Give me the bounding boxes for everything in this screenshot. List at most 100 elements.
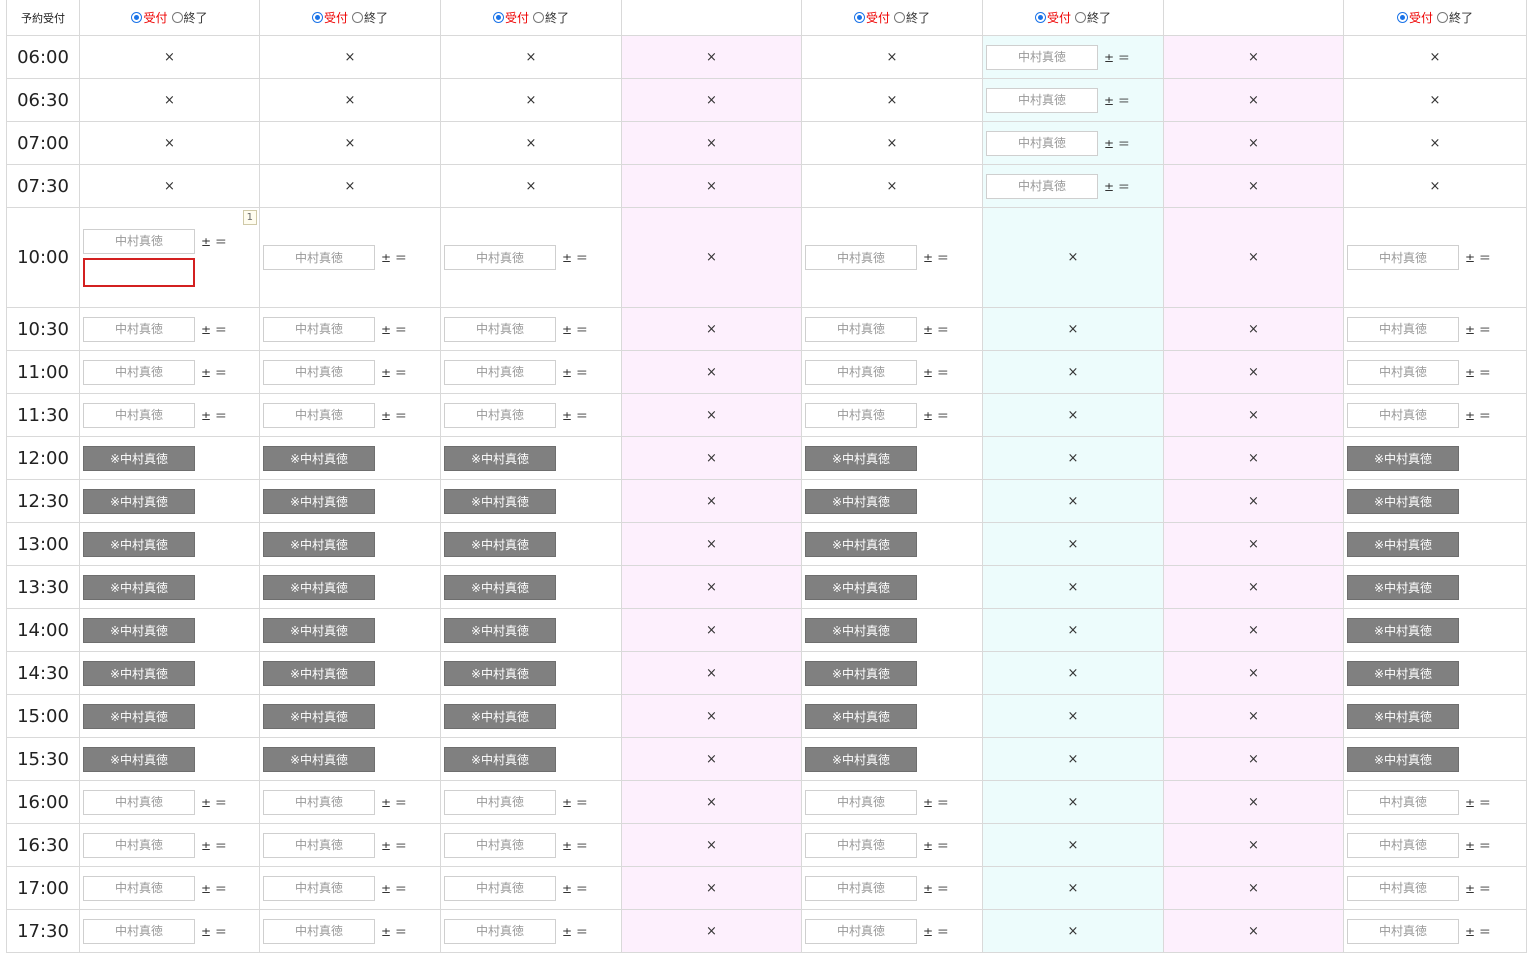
name-input[interactable] (1347, 359, 1459, 385)
adjust-buttons[interactable]: ± ＝ (562, 837, 588, 854)
name-input[interactable] (1347, 875, 1459, 901)
name-input[interactable] (444, 875, 556, 901)
adjust-buttons[interactable]: ± ＝ (562, 880, 588, 897)
adjust-buttons[interactable]: ± ＝ (1465, 321, 1491, 338)
name-input[interactable] (1347, 316, 1459, 342)
close-radio[interactable]: 終了 (1075, 9, 1111, 26)
name-input[interactable] (986, 173, 1098, 199)
booked-slot-button[interactable]: ※中村真徳 (83, 445, 195, 471)
adjust-buttons[interactable]: ± ＝ (1465, 407, 1491, 424)
booked-slot-button[interactable]: ※中村真徳 (444, 574, 556, 600)
name-input[interactable] (1347, 918, 1459, 944)
booked-slot-button[interactable]: ※中村真徳 (805, 703, 917, 729)
booked-slot-button[interactable]: ※中村真徳 (1347, 660, 1459, 686)
name-input[interactable] (83, 875, 195, 901)
booked-slot-button[interactable]: ※中村真徳 (83, 660, 195, 686)
adjust-buttons[interactable]: ± ＝ (1465, 880, 1491, 897)
booked-slot-button[interactable]: ※中村真徳 (444, 703, 556, 729)
booked-slot-button[interactable]: ※中村真徳 (83, 574, 195, 600)
adjust-buttons[interactable]: ± ＝ (1465, 923, 1491, 940)
adjust-buttons[interactable]: ± ＝ (562, 407, 588, 424)
booked-slot-button[interactable]: ※中村真徳 (444, 660, 556, 686)
name-input[interactable] (1347, 402, 1459, 428)
booked-slot-button[interactable]: ※中村真徳 (83, 617, 195, 643)
adjust-buttons[interactable]: ± ＝ (923, 407, 949, 424)
adjust-buttons[interactable]: ± ＝ (381, 407, 407, 424)
name-input[interactable] (805, 832, 917, 858)
adjust-buttons[interactable]: ± ＝ (562, 321, 588, 338)
name-input[interactable] (444, 832, 556, 858)
booked-slot-button[interactable]: ※中村真徳 (263, 574, 375, 600)
booked-slot-button[interactable]: ※中村真徳 (83, 703, 195, 729)
booked-slot-button[interactable]: ※中村真徳 (444, 445, 556, 471)
name-input[interactable] (263, 316, 375, 342)
booked-slot-button[interactable]: ※中村真徳 (805, 531, 917, 557)
name-input[interactable] (263, 245, 375, 270)
booked-slot-button[interactable]: ※中村真徳 (83, 531, 195, 557)
name-input[interactable] (805, 245, 917, 270)
adjust-buttons[interactable]: ± ＝ (1465, 837, 1491, 854)
booked-slot-button[interactable]: ※中村真徳 (263, 660, 375, 686)
name-input[interactable] (444, 789, 556, 815)
accept-radio[interactable]: 受付 (492, 9, 529, 26)
adjust-buttons[interactable]: ± ＝ (381, 880, 407, 897)
adjust-buttons[interactable]: ± ＝ (201, 837, 227, 854)
booked-slot-button[interactable]: ※中村真徳 (805, 617, 917, 643)
accept-radio[interactable]: 受付 (853, 9, 890, 26)
name-input[interactable] (444, 245, 556, 270)
name-input[interactable] (263, 918, 375, 944)
booked-slot-button[interactable]: ※中村真徳 (444, 531, 556, 557)
name-input[interactable] (444, 359, 556, 385)
focused-name-input[interactable] (83, 257, 195, 287)
close-radio[interactable]: 終了 (1437, 9, 1473, 26)
booked-slot-button[interactable]: ※中村真徳 (444, 617, 556, 643)
adjust-buttons[interactable]: ± ＝ (923, 364, 949, 381)
adjust-buttons[interactable]: ± ＝ (1465, 364, 1491, 381)
name-input[interactable] (986, 87, 1098, 113)
booked-slot-button[interactable]: ※中村真徳 (1347, 574, 1459, 600)
booked-slot-button[interactable]: ※中村真徳 (1347, 617, 1459, 643)
name-input[interactable] (83, 789, 195, 815)
adjust-buttons[interactable]: ± ＝ (381, 837, 407, 854)
name-input[interactable] (83, 228, 195, 254)
name-input[interactable] (805, 918, 917, 944)
booked-slot-button[interactable]: ※中村真徳 (805, 488, 917, 514)
booked-slot-button[interactable]: ※中村真徳 (263, 445, 375, 471)
adjust-buttons[interactable]: ± ＝ (201, 880, 227, 897)
adjust-buttons[interactable]: ± ＝ (562, 249, 588, 266)
adjust-buttons[interactable]: ± ＝ (923, 837, 949, 854)
booked-slot-button[interactable]: ※中村真徳 (1347, 488, 1459, 514)
booked-slot-button[interactable]: ※中村真徳 (805, 746, 917, 772)
booked-slot-button[interactable]: ※中村真徳 (805, 574, 917, 600)
name-input[interactable] (263, 402, 375, 428)
accept-radio[interactable]: 受付 (131, 9, 168, 26)
name-input[interactable] (83, 402, 195, 428)
booked-slot-button[interactable]: ※中村真徳 (263, 617, 375, 643)
name-input[interactable] (444, 316, 556, 342)
booked-slot-button[interactable]: ※中村真徳 (1347, 703, 1459, 729)
adjust-buttons[interactable]: ± ＝ (381, 923, 407, 940)
booked-slot-button[interactable]: ※中村真徳 (1347, 531, 1459, 557)
name-input[interactable] (83, 832, 195, 858)
adjust-buttons[interactable]: ± ＝ (201, 364, 227, 381)
booked-slot-button[interactable]: ※中村真徳 (263, 531, 375, 557)
adjust-buttons[interactable]: ± ＝ (562, 794, 588, 811)
close-radio[interactable]: 終了 (894, 9, 930, 26)
name-input[interactable] (805, 789, 917, 815)
adjust-buttons[interactable]: ± ＝ (201, 233, 227, 250)
booked-slot-button[interactable]: ※中村真徳 (444, 746, 556, 772)
adjust-buttons[interactable]: ± ＝ (1104, 92, 1130, 109)
name-input[interactable] (1347, 245, 1459, 270)
name-input[interactable] (986, 130, 1098, 156)
name-input[interactable] (444, 402, 556, 428)
booked-slot-button[interactable]: ※中村真徳 (805, 660, 917, 686)
adjust-buttons[interactable]: ± ＝ (923, 880, 949, 897)
booked-slot-button[interactable]: ※中村真徳 (263, 488, 375, 514)
close-radio[interactable]: 終了 (533, 9, 569, 26)
name-input[interactable] (263, 359, 375, 385)
close-radio[interactable]: 終了 (171, 9, 208, 26)
name-input[interactable] (263, 875, 375, 901)
name-input[interactable] (805, 316, 917, 342)
adjust-buttons[interactable]: ± ＝ (381, 249, 407, 266)
booked-slot-button[interactable]: ※中村真徳 (1347, 746, 1459, 772)
